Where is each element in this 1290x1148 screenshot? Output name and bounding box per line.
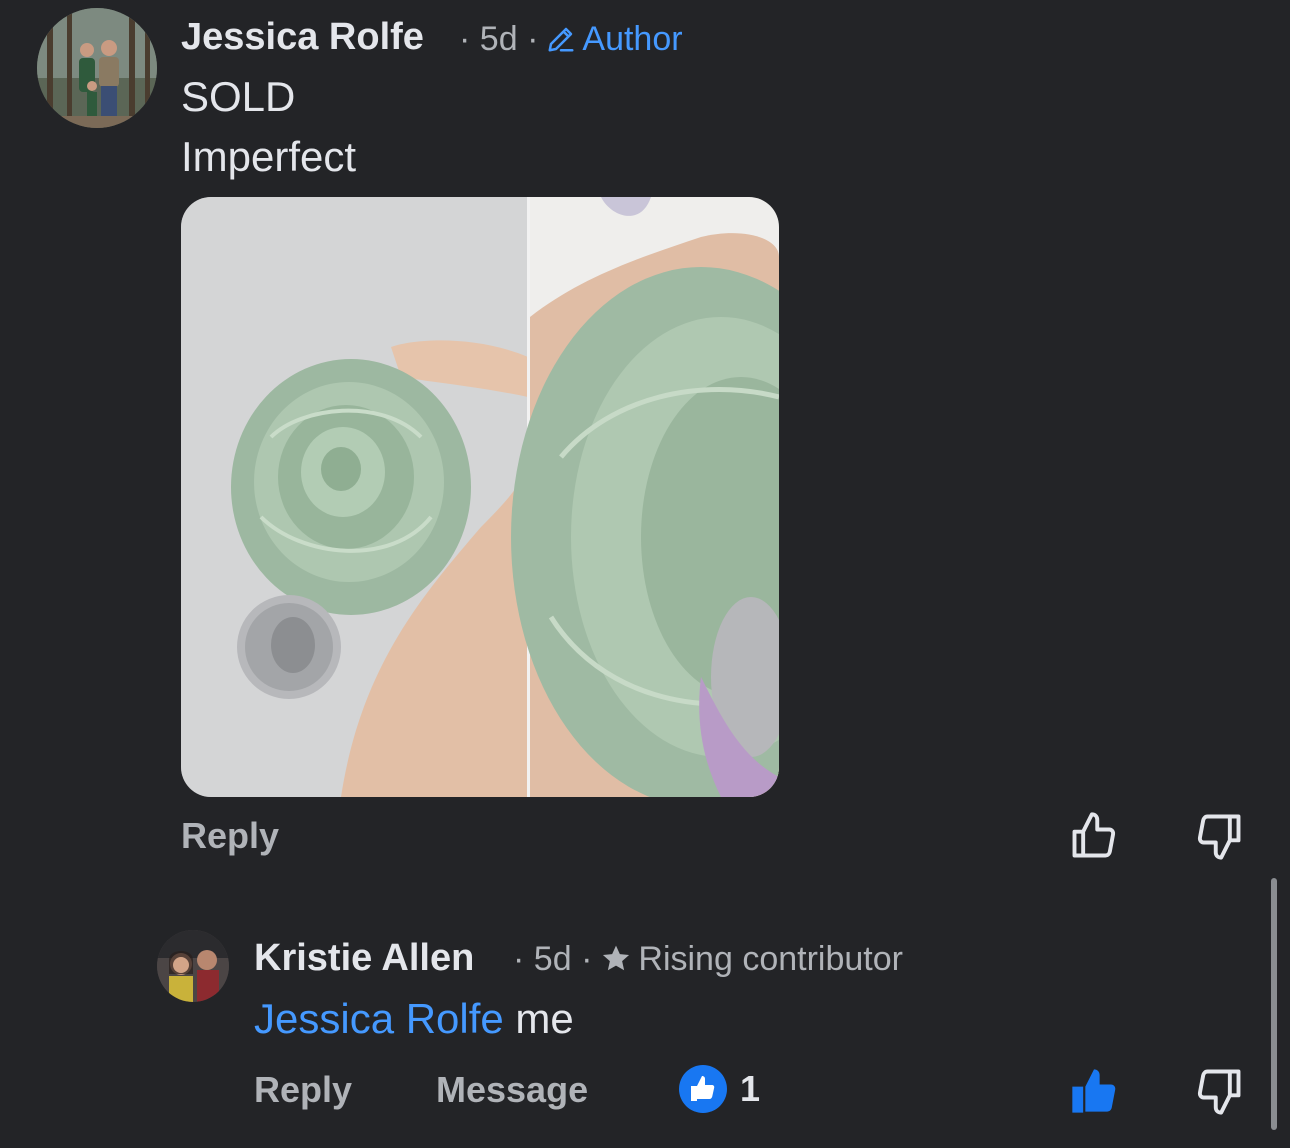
rising-contributor-badge: Rising contributor	[600, 938, 903, 980]
avatar-jessica-rolfe[interactable]	[37, 8, 157, 128]
reaction-summary[interactable]: 1	[678, 1064, 760, 1114]
comment-photo[interactable]	[181, 197, 779, 797]
separator: ·	[513, 940, 525, 978]
reply-body: me	[503, 995, 574, 1042]
scrollbar[interactable]	[1271, 878, 1277, 1130]
avatar-photo	[37, 8, 157, 128]
comment-meta: · 5d · Author	[459, 18, 683, 60]
author-badge-label: Author	[582, 20, 683, 58]
separator: ·	[459, 20, 471, 58]
thumbs-down-icon[interactable]	[1193, 1065, 1245, 1122]
reply-button[interactable]: Reply	[254, 1068, 352, 1112]
badge-label: Rising contributor	[638, 940, 903, 978]
thumbs-up-filled-icon[interactable]	[1068, 1065, 1120, 1122]
reply-time[interactable]: 5d	[534, 938, 572, 980]
reply-author-name[interactable]: Kristie Allen	[254, 935, 474, 981]
reply-button[interactable]: Reply	[181, 814, 279, 858]
mention-link[interactable]: Jessica Rolfe	[254, 995, 504, 1042]
separator: ·	[581, 940, 593, 978]
message-button[interactable]: Message	[436, 1068, 588, 1112]
star-icon	[603, 945, 630, 971]
separator: ·	[527, 20, 539, 58]
avatar-kristie-allen[interactable]	[157, 930, 229, 1002]
comment-text-line: SOLD	[181, 73, 296, 120]
thumbs-up-icon[interactable]	[1068, 810, 1120, 867]
pencil-icon	[548, 27, 574, 52]
reaction-count: 1	[740, 1068, 761, 1109]
reply-text: Jessica Rolfe me	[254, 994, 574, 1044]
comment-time[interactable]: 5d	[480, 18, 518, 60]
author-badge: Author	[546, 18, 683, 60]
jade-rose-photo	[181, 197, 779, 797]
thumbs-down-icon[interactable]	[1193, 810, 1245, 867]
reply-meta: · 5d · Rising contributor	[513, 938, 903, 980]
like-reaction-icon	[679, 1065, 727, 1113]
comment-text-line: Imperfect	[181, 133, 357, 180]
avatar-photo	[157, 930, 229, 1002]
comment-author-name[interactable]: Jessica Rolfe	[181, 14, 424, 60]
